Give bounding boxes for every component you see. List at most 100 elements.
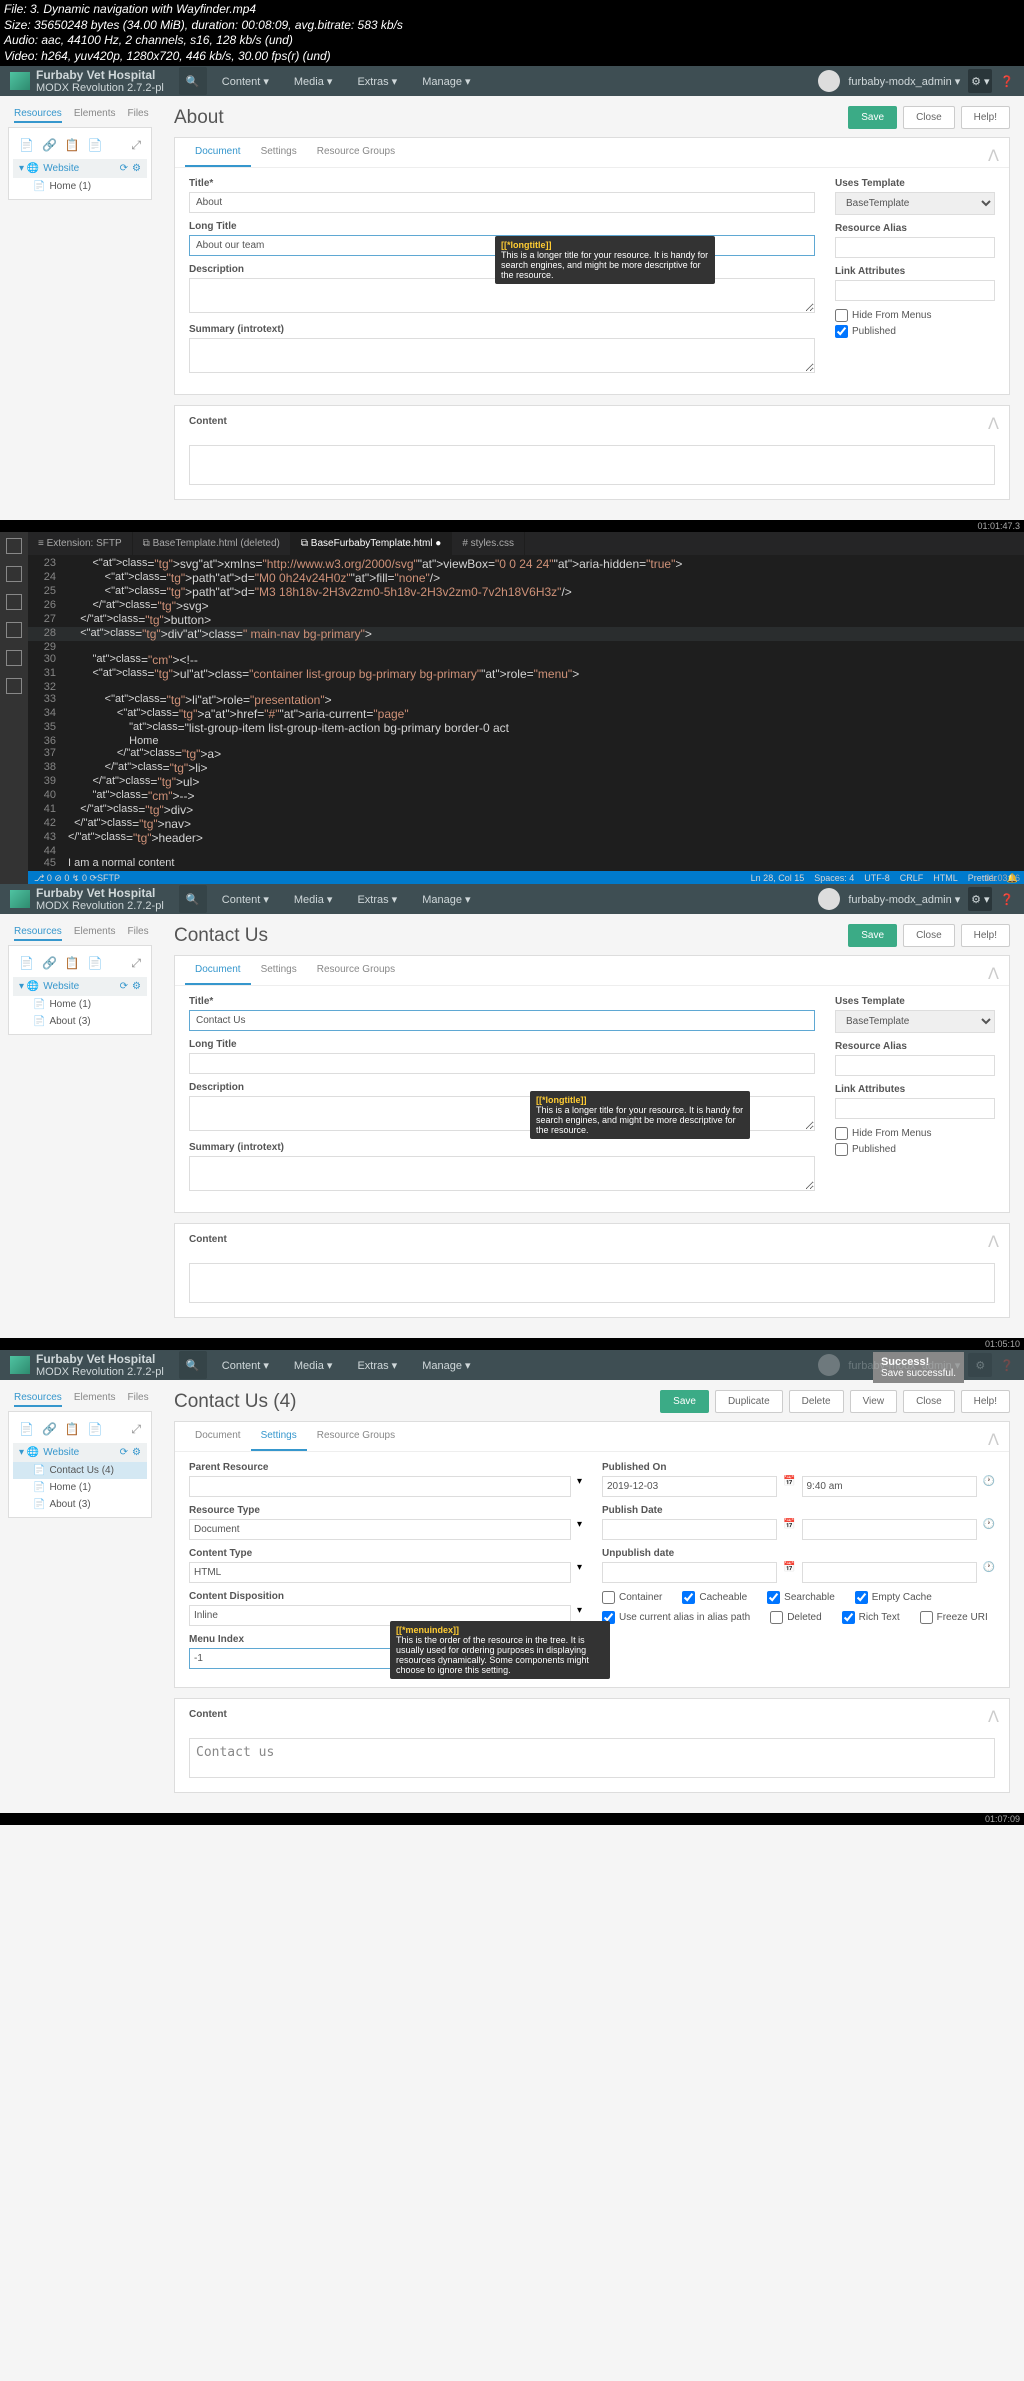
published-checkbox[interactable] [835, 1143, 848, 1156]
cacheable-checkbox[interactable] [682, 1591, 695, 1604]
tooltip: [[*longtitle]]This is a longer title for… [530, 1091, 750, 1139]
help-icon[interactable]: ❓ [1000, 75, 1014, 88]
content-editor[interactable]: Contact us [189, 1738, 995, 1778]
help-button[interactable]: Help! [961, 106, 1010, 129]
template-select[interactable]: BaseTemplate [835, 192, 995, 215]
tab-document[interactable]: Document [185, 138, 251, 167]
tab-elements[interactable]: Elements [74, 108, 116, 123]
empty-cache-checkbox[interactable] [855, 1591, 868, 1604]
content-heading: Content [175, 406, 1009, 437]
save-button[interactable]: Save [848, 924, 897, 947]
container-checkbox[interactable] [602, 1591, 615, 1604]
alias-input[interactable] [835, 237, 995, 258]
richtext-checkbox[interactable] [842, 1611, 855, 1624]
gear-icon[interactable]: ⚙ ▾ [968, 69, 992, 93]
close-button[interactable]: Close [903, 1390, 955, 1413]
page-title: Contact Us (4) [174, 1391, 296, 1413]
pubdate-input[interactable] [602, 1519, 777, 1540]
help-icon[interactable]: ❓ [1000, 893, 1014, 906]
hide-menus-checkbox[interactable] [835, 1127, 848, 1140]
pubon-time[interactable] [802, 1476, 977, 1497]
git-icon[interactable] [6, 594, 22, 610]
tab-settings[interactable]: Settings [251, 138, 307, 167]
tab-resource-groups[interactable]: Resource Groups [307, 1422, 405, 1451]
tab-document[interactable]: Document [185, 956, 251, 985]
search-icon[interactable]: 🔍 [179, 885, 207, 913]
refresh-icon[interactable]: ⟳ [120, 163, 128, 174]
expand-icon[interactable]: ⤢ [131, 138, 141, 153]
tab-files[interactable]: Files [128, 108, 149, 123]
tab-basetemplate[interactable]: ⧉ BaseTemplate.html (deleted) [133, 532, 291, 555]
parent-input[interactable] [189, 1476, 571, 1497]
new-doc-icon[interactable]: 📄 [19, 138, 34, 153]
tab-furbaby[interactable]: ⧉ BaseFurbabyTemplate.html ● [291, 532, 452, 555]
tree-item-about[interactable]: 📄 About (3) [13, 1013, 147, 1030]
menu-manage[interactable]: Manage ▾ [422, 75, 470, 88]
user-menu[interactable]: furbaby-modx_admin ▾ [848, 75, 960, 88]
freeze-checkbox[interactable] [920, 1611, 933, 1624]
menu-extras[interactable]: Extras ▾ [357, 75, 397, 88]
help-button[interactable]: Help! [961, 1390, 1010, 1413]
searchable-checkbox[interactable] [767, 1591, 780, 1604]
duplicate-button[interactable]: Duplicate [715, 1390, 783, 1413]
tab-sftp[interactable]: ≡ Extension: SFTP [28, 532, 133, 555]
search-icon[interactable]: 🔍 [179, 1351, 207, 1379]
title-input[interactable] [189, 192, 815, 213]
avatar[interactable] [818, 70, 840, 92]
contenttype-input[interactable] [189, 1562, 571, 1583]
page-title: Contact Us [174, 925, 268, 947]
close-button[interactable]: Close [903, 924, 955, 947]
title-input[interactable] [189, 1010, 815, 1031]
search-icon[interactable]: 🔍 [179, 67, 207, 95]
gear-icon[interactable]: ⚙ ▾ [968, 887, 992, 911]
search-icon[interactable] [6, 566, 22, 582]
summary-input[interactable] [189, 1156, 815, 1191]
gear-icon[interactable]: ⚙ [132, 163, 141, 174]
linkattr-input[interactable] [835, 280, 995, 301]
longtitle-input[interactable] [189, 1053, 815, 1074]
paste-icon[interactable]: 📄 [88, 138, 103, 153]
save-button[interactable]: Save [660, 1390, 709, 1413]
content-editor[interactable] [189, 445, 995, 485]
tree-item-contact[interactable]: 📄 Contact Us (4) [13, 1462, 147, 1479]
collapse-icon[interactable]: ᐱ [988, 146, 999, 166]
tab-settings[interactable]: Settings [251, 956, 307, 985]
copy-icon[interactable]: 📋 [65, 138, 80, 153]
avatar[interactable] [818, 888, 840, 910]
view-button[interactable]: View [850, 1390, 898, 1413]
modx-screen-3: Furbaby Vet HospitalMODX Revolution 2.7.… [0, 1350, 1024, 1813]
tab-settings[interactable]: Settings [251, 1422, 307, 1451]
restype-input[interactable] [189, 1519, 571, 1540]
tree-item-home[interactable]: 📄 Home (1) [13, 178, 147, 195]
menu-media[interactable]: Media ▾ [294, 75, 333, 88]
longtitle-label: Long Title [189, 221, 815, 232]
help-button[interactable]: Help! [961, 924, 1010, 947]
tree-website[interactable]: ▾ 🌐 Website ⟳ ⚙ [13, 159, 147, 178]
content-editor[interactable] [189, 1263, 995, 1303]
tab-resource-groups[interactable]: Resource Groups [307, 956, 405, 985]
tab-resources[interactable]: Resources [14, 108, 62, 123]
extensions-icon[interactable] [6, 650, 22, 666]
tab-styles[interactable]: # styles.css [452, 532, 525, 555]
tab-resource-groups[interactable]: Resource Groups [307, 138, 405, 167]
delete-button[interactable]: Delete [789, 1390, 844, 1413]
debug-icon[interactable] [6, 622, 22, 638]
tree-item-home[interactable]: 📄 Home (1) [13, 996, 147, 1013]
link-icon[interactable]: 🔗 [42, 138, 57, 153]
save-button[interactable]: Save [848, 106, 897, 129]
published-checkbox[interactable] [835, 325, 848, 338]
code-editor[interactable]: 23 <"at">class="tg">svg "at">xmlns="http… [28, 555, 1024, 871]
summary-input[interactable] [189, 338, 815, 373]
tree-item-about[interactable]: 📄 About (3) [13, 1496, 147, 1513]
deleted-checkbox[interactable] [770, 1611, 783, 1624]
tree-item-home[interactable]: 📄 Home (1) [13, 1479, 147, 1496]
collapse-icon[interactable]: ᐱ [988, 414, 999, 434]
unpub-input[interactable] [602, 1562, 777, 1583]
hide-menus-checkbox[interactable] [835, 309, 848, 322]
menu-content[interactable]: Content ▾ [222, 75, 269, 88]
remote-icon[interactable] [6, 678, 22, 694]
pubon-date[interactable] [602, 1476, 777, 1497]
files-icon[interactable] [6, 538, 22, 554]
close-button[interactable]: Close [903, 106, 955, 129]
tab-document[interactable]: Document [185, 1422, 251, 1451]
